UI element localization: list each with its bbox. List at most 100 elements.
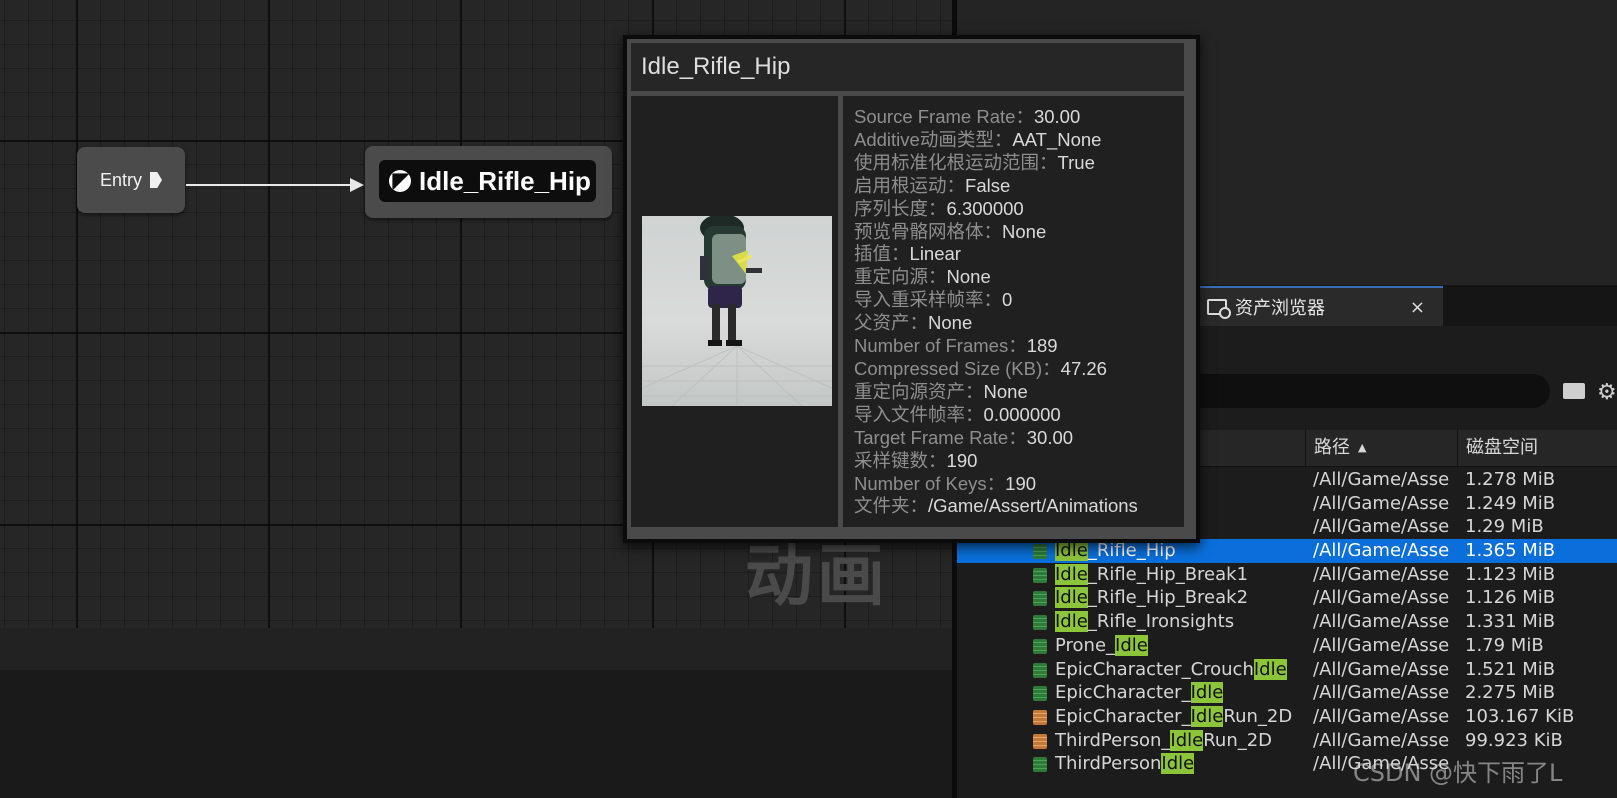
entry-node[interactable]: Entry	[77, 147, 185, 213]
asset-path: /All/Game/Asse	[1313, 540, 1450, 562]
tooltip-property: 预览骨骼网格体：None	[854, 221, 1184, 244]
property-separator: ：	[928, 449, 947, 471]
property-separator: ：	[983, 289, 1003, 311]
asset-path: /All/Game/Asse	[1313, 563, 1450, 585]
asset-size: 99.923 KiB	[1465, 729, 1563, 751]
animation-sequence-icon	[1033, 591, 1047, 607]
entry-label: Entry	[99, 169, 142, 190]
property-key: Number of Frames	[854, 335, 1009, 357]
asset-browser-icon	[1207, 299, 1231, 319]
property-key: Compressed Size (KB)	[854, 357, 1043, 379]
property-value: 0	[1002, 289, 1013, 311]
blendspace-icon	[1033, 733, 1047, 749]
animation-sequence-icon	[1033, 757, 1047, 773]
property-separator: ：	[965, 380, 984, 402]
tooltip-property: Compressed Size (KB)：47.26	[854, 358, 1184, 381]
asset-path: /All/Game/Asse	[1313, 492, 1450, 514]
property-key: 启用根运动	[854, 174, 947, 196]
tab-label: 资产浏览器	[1235, 298, 1325, 319]
property-value: False	[965, 174, 1011, 196]
entry-pin-icon[interactable]	[150, 172, 162, 188]
asset-row[interactable]: ThirdPerson_IdleRun_2D/All/Game/Asse 99.9…	[957, 729, 1617, 753]
property-separator: ：	[986, 472, 1006, 494]
property-separator: ：	[965, 403, 984, 425]
asset-name-part: Prone_	[1055, 634, 1116, 656]
gear-icon[interactable]: ⚙	[1597, 380, 1617, 405]
blendspace-icon	[1033, 709, 1047, 725]
column-header-size[interactable]: 磁盘空间	[1457, 430, 1617, 466]
property-key: 重定向源资产	[854, 380, 966, 402]
property-value: 190	[1005, 472, 1037, 494]
animation-sequence-icon	[1033, 686, 1047, 702]
asset-size: 1.79 MiB	[1465, 634, 1544, 656]
property-value: 6.300000	[946, 197, 1024, 219]
property-key: 插值	[854, 243, 892, 265]
property-value: 47.26	[1060, 357, 1107, 379]
tooltip-property: 采样键数：190	[854, 450, 1184, 473]
asset-size: 1.249 MiB	[1465, 492, 1556, 514]
search-highlight: Idle	[1055, 611, 1088, 633]
property-value: /Game/Assert/Animations	[928, 495, 1138, 517]
asset-row[interactable]: EpicCharacter_Idle/All/Game/Asse 2.275 Mi…	[957, 681, 1617, 705]
asset-size: 103.167 KiB	[1465, 705, 1575, 727]
csdn-watermark: CSDN @快下雨了L	[1353, 759, 1563, 787]
asset-name: ThirdPerson_IdleRun_2D	[1055, 729, 1272, 753]
asset-row[interactable]: EpicCharacter_IdleRun_2D/All/Game/Asse 10…	[957, 705, 1617, 729]
asset-size: 1.365 MiB	[1465, 540, 1556, 562]
property-key: 序列长度	[854, 197, 929, 219]
property-key: 导入文件帧率	[854, 403, 966, 425]
search-input[interactable]	[1185, 374, 1550, 408]
asset-row[interactable]: EpicCharacter_CrouchIdle/All/Game/Asse 1.…	[957, 658, 1617, 682]
search-highlight: Idle	[1161, 753, 1195, 775]
property-value: 30.00	[1026, 426, 1074, 448]
asset-row[interactable]: Idle_Rifle_Ironsights/All/Game/Asse 1.331…	[957, 610, 1617, 634]
property-key: Additive动画类型	[854, 128, 994, 150]
asset-row[interactable]: Idle_Rifle_Hip_Break1/All/Game/Asse 1.123…	[957, 563, 1617, 587]
asset-tooltip: Idle_Rifle_Hip Source Frame Rate：30.00 A…	[623, 35, 1200, 543]
asset-row[interactable]: Prone_Idle/All/Game/Asse 1.79 MiB	[957, 634, 1617, 658]
property-separator: ：	[993, 128, 1013, 150]
animation-sequence-icon	[1033, 662, 1047, 678]
tooltip-property: Target Frame Rate：30.00	[854, 427, 1184, 450]
tooltip-property: Number of Keys：190	[854, 473, 1184, 496]
property-key: 预览骨骼网格体	[854, 220, 984, 242]
asset-name: Idle_Rifle_Hip_Break2	[1055, 586, 1248, 610]
asset-path: /All/Game/Asse	[1313, 516, 1450, 538]
tab-asset-browser[interactable]: 资产浏览器 ×	[1195, 286, 1443, 326]
search-highlight: Idle	[1170, 729, 1204, 751]
lower-panel	[0, 670, 952, 798]
search-highlight: Idle	[1055, 587, 1088, 609]
property-value: 0.000000	[983, 403, 1061, 425]
asset-size: 2.275 MiB	[1465, 682, 1556, 704]
property-key: 使用标准化根运动范围	[854, 151, 1040, 173]
asset-path: /All/Game/Asse	[1313, 587, 1450, 609]
asset-size: 1.521 MiB	[1465, 658, 1556, 680]
property-key: 采样键数	[854, 449, 929, 471]
tooltip-property: 重定向源：None	[854, 266, 1184, 289]
animation-thumbnail	[642, 216, 832, 406]
asset-name-part: _Rifle_Ironsights	[1087, 611, 1235, 633]
animation-sequence-icon	[1033, 567, 1047, 583]
tooltip-thumbnail-panel	[631, 96, 838, 527]
state-animation-icon	[389, 170, 411, 192]
property-value: None	[946, 266, 991, 288]
column-header-path[interactable]: 路径 ▲	[1305, 430, 1457, 466]
folder-icon[interactable]	[1563, 383, 1585, 399]
property-key: 导入重采样帧率	[854, 289, 984, 311]
graph-footer-bar	[0, 628, 952, 670]
property-separator: ：	[909, 312, 929, 334]
property-value: 30.00	[1033, 106, 1081, 127]
property-value: AAT_None	[1012, 128, 1102, 150]
state-node-idle-rifle-hip[interactable]: Idle_Rifle_Hip	[365, 146, 612, 218]
property-key: 重定向源	[854, 266, 929, 288]
asset-size: 1.126 MiB	[1465, 587, 1556, 609]
tooltip-title: Idle_Rifle_Hip	[631, 43, 1184, 91]
property-separator: ：	[1015, 106, 1034, 127]
close-icon[interactable]: ×	[1410, 297, 1425, 318]
property-value: None	[983, 380, 1028, 402]
tooltip-property: 插值：Linear	[854, 243, 1184, 266]
property-separator: ：	[946, 174, 966, 196]
asset-row[interactable]: Idle_Rifle_Hip_Break2/All/Game/Asse 1.126…	[957, 586, 1617, 610]
property-separator: ：	[1039, 151, 1058, 173]
property-value: Linear	[909, 243, 961, 265]
